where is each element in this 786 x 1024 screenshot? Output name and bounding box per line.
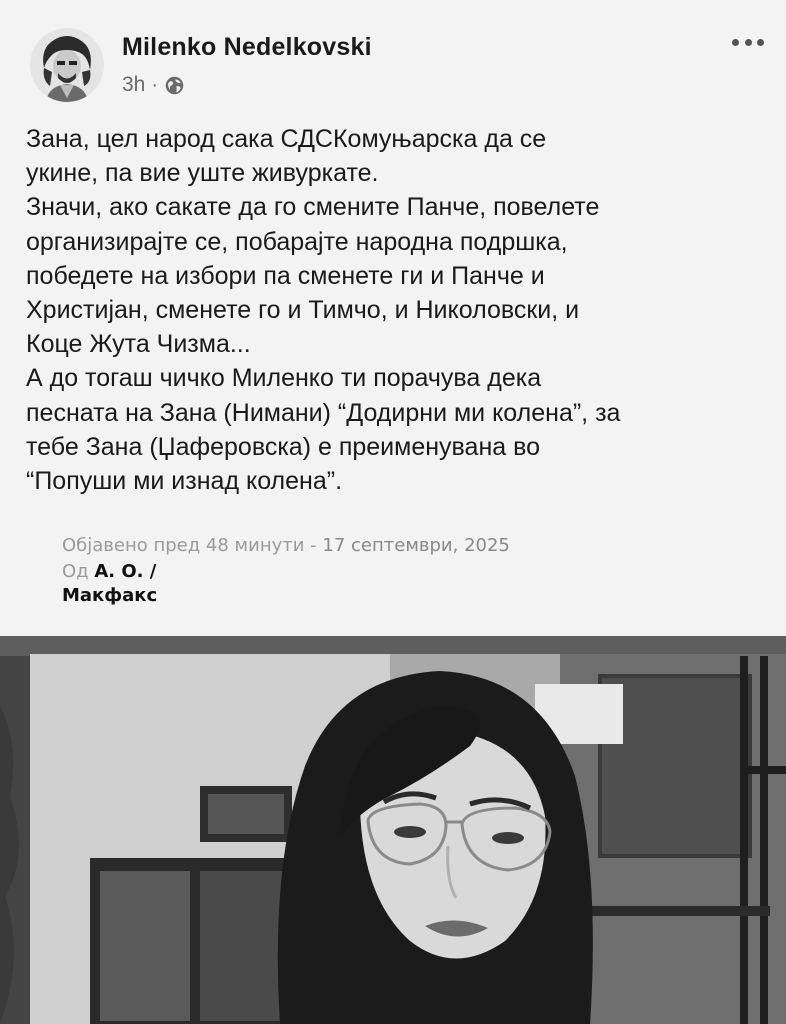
more-options-icon[interactable] (728, 30, 768, 54)
avatar-illustration (30, 28, 104, 102)
author-name[interactable]: Milenko Nedelkovski (122, 33, 372, 62)
published-date: 17 септември, 2025 (322, 535, 510, 556)
post-text-line: укине, па вие уште живуркате. (26, 159, 379, 188)
post-text-line: Христијан, сменете го и Тимчо, и Николов… (26, 296, 580, 325)
post-text: Зана, цел народ сака СДСКомуњарска да се… (26, 122, 776, 498)
more-dot (732, 38, 739, 46)
post-text-line: Значи, ако сакате да го смените Панче, п… (26, 193, 600, 222)
more-dot (757, 38, 764, 46)
post-text-line: тебе Зана (Џаферовска) е преименувана во (26, 432, 541, 461)
globe-icon[interactable] (164, 75, 185, 96)
article-byline: Од А. О. / Макфакс (62, 560, 157, 608)
post-text-line: Коце Жута Чизма... (26, 330, 251, 359)
photo-illustration (0, 636, 786, 1024)
published-prefix: Објавено пред 48 минути (62, 535, 305, 556)
author-avatar[interactable] (30, 28, 104, 102)
post-card: Milenko Nedelkovski 3h · Зана, цел народ… (0, 0, 786, 636)
post-text-line: песната на Зана (Нимани) “Додирни ми кол… (26, 398, 621, 427)
post-text-line: “Попуши ми изнад колена”. (26, 467, 343, 496)
article-published: Објавено пред 48 минути - 17 септември, … (62, 535, 510, 556)
post-text-line: победете на избори па сменете ги и Панче… (26, 261, 545, 290)
post-text-line: А до тогаш чичко Миленко ти порачува дек… (26, 364, 542, 393)
post-text-line: Зана, цел народ сака СДСКомуњарска да се (26, 125, 547, 153)
byline-agency[interactable]: Макфакс (62, 585, 157, 606)
post-photo[interactable] (0, 636, 786, 1024)
byline-author[interactable]: А. О. / (94, 561, 156, 582)
post-text-line: организирајте се, побарајте народна подр… (26, 227, 568, 256)
byline-prefix: Од (62, 561, 95, 582)
published-separator: - (304, 535, 323, 556)
post-meta: 3h · (122, 73, 185, 97)
meta-separator: · (151, 73, 159, 96)
more-dot (744, 38, 752, 46)
post-time[interactable]: 3h (122, 73, 145, 97)
